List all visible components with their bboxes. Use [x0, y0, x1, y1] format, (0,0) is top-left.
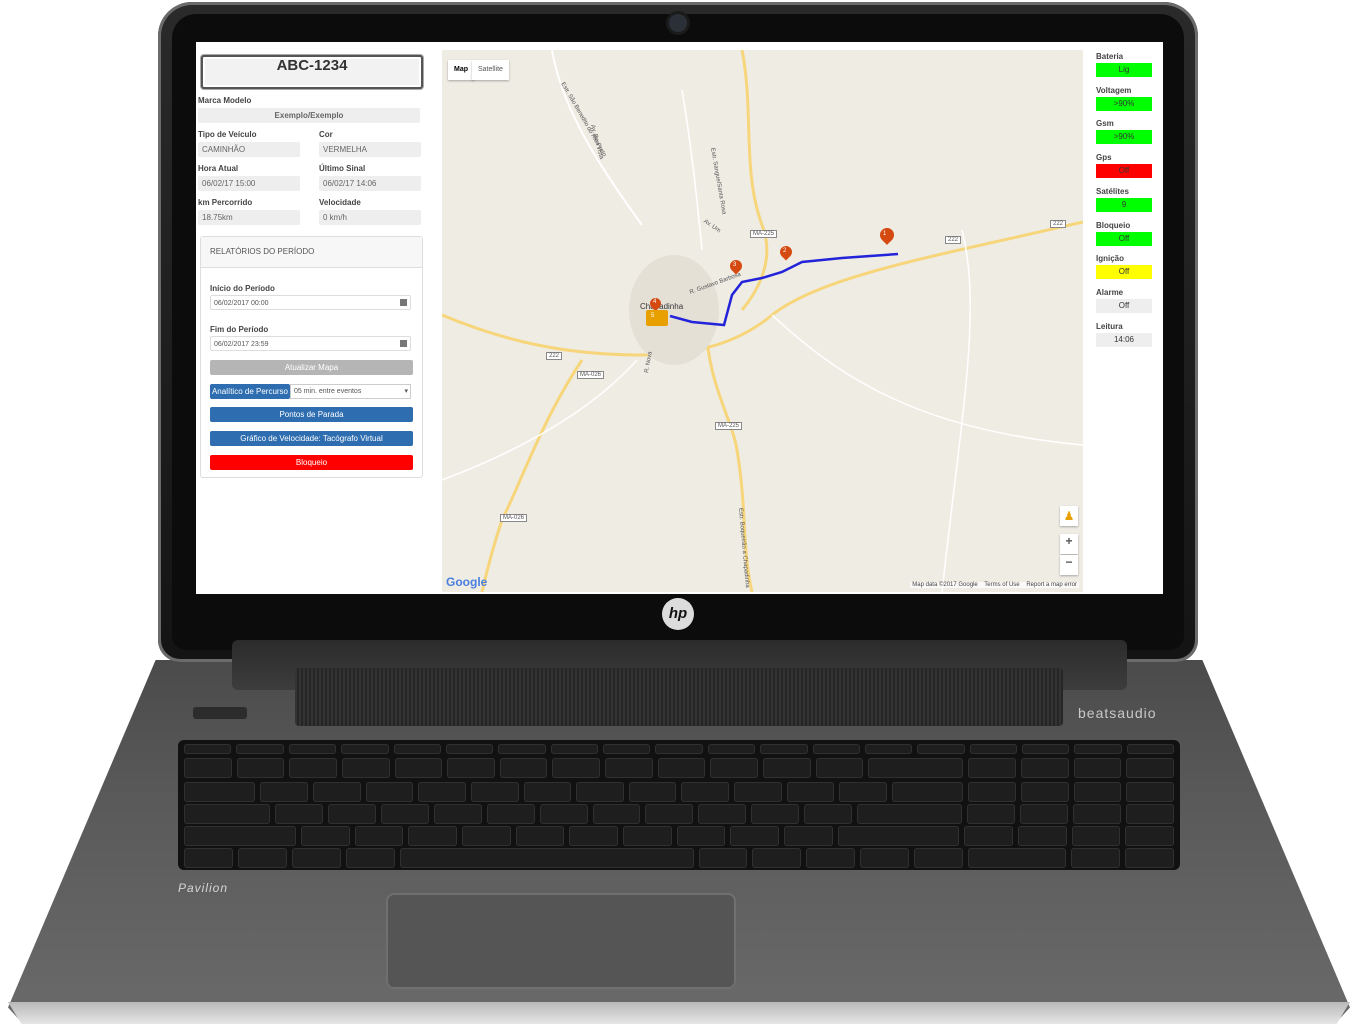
status-panel: Bateria Lig Voltagem >90% Gsm >90% Gps Off Satél…: [1092, 52, 1162, 372]
period-start-value: 06/02/2017 00:00: [214, 300, 269, 307]
laptop-base-edge: [8, 1002, 1350, 1024]
period-end-value: 06/02/2017 23:59: [214, 341, 269, 348]
current-time-label: Hora Atual: [198, 164, 239, 173]
calendar-icon[interactable]: [400, 299, 407, 306]
calendar-icon[interactable]: [400, 340, 407, 347]
street-view-pegman-icon[interactable]: ♟: [1060, 506, 1078, 526]
status-label: Gps: [1096, 153, 1112, 163]
zoom-in-button[interactable]: +: [1060, 534, 1078, 554]
marker-label: 2: [783, 248, 787, 254]
highway-ma026: [480, 359, 584, 592]
reports-title: RELATÓRIOS DO PERÍODO: [201, 237, 422, 268]
speed-label: Velocidade: [319, 198, 361, 207]
status-label: Alarme: [1096, 287, 1124, 297]
road-label: 222: [546, 352, 563, 360]
map-canvas[interactable]: [442, 50, 1083, 592]
speed-chart-button[interactable]: Gráfico de Velocidade: Tacógrafo Virtual: [210, 431, 413, 446]
status-label: Bloqueio: [1096, 220, 1131, 230]
webcam-icon: [669, 14, 687, 32]
road-label: 222: [945, 236, 962, 244]
route-analysis-button[interactable]: Analítico de Percurso: [210, 384, 290, 399]
tab-satellite[interactable]: Satellite: [472, 60, 509, 80]
status-value: 14:06: [1096, 332, 1152, 347]
brand-model-field: Exemplo/Exemplo: [198, 108, 420, 123]
local-road: [681, 89, 703, 251]
km-field: 18.75km: [198, 210, 300, 225]
status-value: Off: [1096, 164, 1152, 179]
map-attribution: Map data ©2017 Google Terms of Use Repor…: [910, 582, 1079, 588]
keyboard[interactable]: [178, 740, 1180, 870]
status-value: Lig: [1096, 63, 1152, 77]
vehicle-type-label: Tipo de Veículo: [198, 130, 257, 139]
status-label: Voltagem: [1096, 85, 1132, 95]
local-road: [442, 359, 638, 481]
local-road: [941, 229, 972, 592]
marker-label: 5: [651, 313, 655, 319]
speaker-grille: [295, 668, 1063, 726]
reports-panel: RELATÓRIOS DO PERÍODO Início do Período …: [200, 236, 423, 478]
audio-brand-logo: beatsaudio: [1078, 705, 1157, 721]
status-label: Gsm: [1096, 119, 1114, 129]
tab-map[interactable]: Map: [448, 60, 474, 80]
road-label: MA-225: [715, 422, 743, 430]
model-label: Pavilion: [178, 881, 229, 895]
brand-model-label: Marca Modelo: [198, 96, 252, 105]
hp-logo: hp: [662, 598, 694, 630]
highway-222: [442, 220, 1083, 357]
period-start-label: Início do Período: [210, 284, 275, 293]
road-label: MA-026: [577, 371, 605, 379]
app-screen: ABC-1234 Marca Modelo Exemplo/Exemplo Ti…: [196, 42, 1163, 594]
terms-link[interactable]: Terms of Use: [984, 582, 1019, 588]
interval-select-value: 05 min. entre eventos: [294, 388, 362, 395]
color-label: Cor: [319, 130, 333, 139]
interval-select[interactable]: 05 min. entre eventos ▾: [290, 384, 411, 399]
period-end-label: Fim do Período: [210, 325, 269, 334]
marker-label: 4: [653, 299, 657, 305]
status-label: Bateria: [1096, 52, 1124, 61]
road-label: 222: [1050, 220, 1067, 228]
road-label: MA-026: [500, 514, 528, 522]
vehicle-plate: ABC-1234: [201, 55, 423, 89]
vehicle-info-panel: ABC-1234 Marca Modelo Exemplo/Exemplo Ti…: [198, 52, 424, 572]
highway-ma225-north: [740, 50, 769, 311]
chevron-down-icon: ▾: [404, 388, 408, 395]
zoom-out-button[interactable]: −: [1060, 555, 1078, 575]
last-signal-label: Último Sinal: [319, 164, 366, 173]
speed-field: 0 km/h: [319, 210, 421, 225]
status-value: 9: [1096, 197, 1152, 212]
block-button[interactable]: Bloqueio: [210, 455, 413, 470]
status-value: Off: [1096, 298, 1152, 313]
update-map-button[interactable]: Atualizar Mapa: [210, 360, 413, 375]
last-signal-field: 06/02/17 14:06: [319, 176, 421, 191]
vehicle-type-field: CAMINHÃO: [198, 142, 300, 157]
period-start-input[interactable]: 06/02/2017 00:00: [210, 295, 411, 310]
google-logo: Google: [446, 575, 488, 589]
status-label: Leitura: [1096, 321, 1123, 331]
status-label: Satélites: [1096, 186, 1129, 196]
status-value: >90%: [1096, 130, 1152, 145]
marker-label: 3: [733, 262, 737, 268]
map-view[interactable]: Map Satellite Chapadinha MA-225 222 222 …: [442, 50, 1083, 592]
status-label: Ignição: [1096, 254, 1125, 264]
status-value: Off: [1096, 265, 1152, 280]
color-field: VERMELHA: [319, 142, 421, 157]
status-value: Off: [1096, 231, 1152, 246]
period-end-input[interactable]: 06/02/2017 23:59: [210, 336, 411, 351]
marker-label: 1: [883, 231, 887, 237]
map-data-text: Map data ©2017 Google: [912, 582, 978, 588]
road-label: MA-225: [750, 230, 778, 238]
power-button[interactable]: [193, 707, 247, 719]
stop-points-button[interactable]: Pontos de Parada: [210, 407, 413, 422]
local-road: [771, 314, 1083, 446]
touchpad[interactable]: [386, 893, 736, 989]
status-value: >90%: [1096, 96, 1152, 111]
report-link[interactable]: Report a map error: [1026, 582, 1077, 588]
truck-icon[interactable]: [646, 310, 668, 326]
km-label: km Percorrido: [198, 198, 253, 207]
current-time-field: 06/02/17 15:00: [198, 176, 300, 191]
